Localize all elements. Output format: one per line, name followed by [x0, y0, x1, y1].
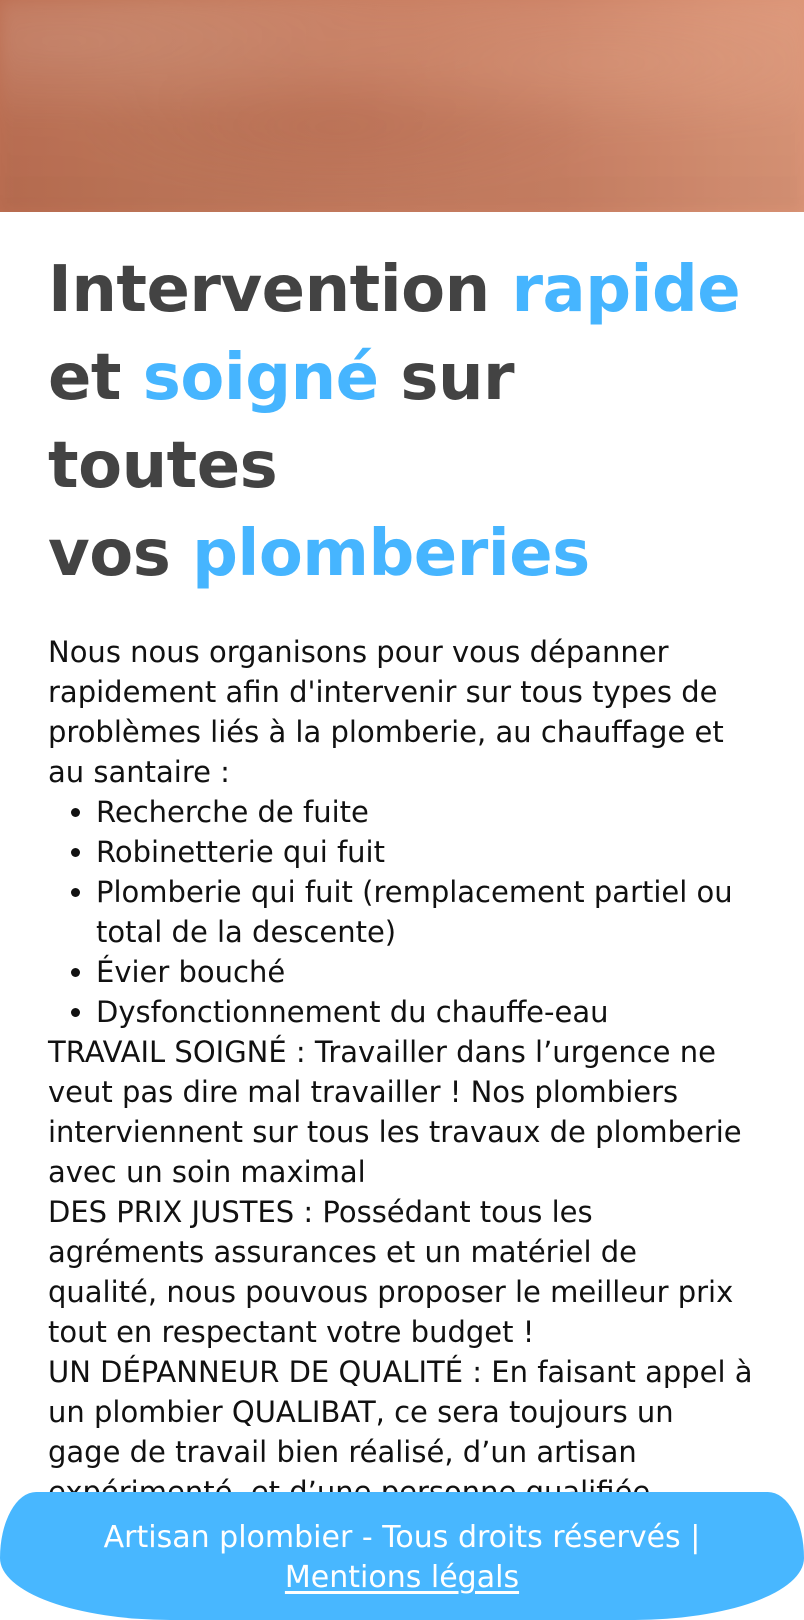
service-description: Nous nous organisons pour vous dépanner … [48, 632, 753, 1512]
footer: Artisan plombier - Tous droits réservés … [0, 1492, 804, 1620]
main-content: Intervention rapide et soigné sur toutes… [0, 212, 804, 1512]
list-item: Recherche de fuite [96, 792, 753, 832]
quality-work-paragraph: TRAVAIL SOIGNÉ : Travailler dans l’urgen… [48, 1035, 742, 1189]
legal-mentions-link[interactable]: Mentions légals [285, 1560, 519, 1595]
list-item: Dysfonctionnement du chauffe-eau [96, 992, 753, 1032]
fair-price-paragraph: DES PRIX JUSTES : Possédant tous les agr… [48, 1195, 734, 1349]
footer-copyright: Artisan plombier - Tous droits réservés … [103, 1520, 701, 1555]
headline-line2-start: et [48, 341, 122, 415]
list-item: Robinetterie qui fuit [96, 832, 753, 872]
services-list: Recherche de fuite Robinetterie qui fuit… [48, 792, 753, 1032]
headline-line2-accent: soigné [142, 341, 379, 415]
page-title: Intervention rapide et soigné sur toutes… [48, 246, 756, 598]
headline-line1-main: Intervention [48, 253, 490, 327]
headline-line3-accent: plomberies [192, 517, 590, 591]
hero-image [0, 0, 804, 212]
list-item: Évier bouché [96, 952, 753, 992]
headline-line3-start: vos [48, 517, 171, 591]
list-item: Plomberie qui fuit (remplacement partiel… [96, 872, 753, 952]
headline-line1-accent: rapide [511, 253, 741, 327]
intro-paragraph: Nous nous organisons pour vous dépanner … [48, 635, 724, 789]
qualified-service-paragraph: UN DÉPANNEUR DE QUALITÉ : En faisant app… [48, 1355, 753, 1509]
